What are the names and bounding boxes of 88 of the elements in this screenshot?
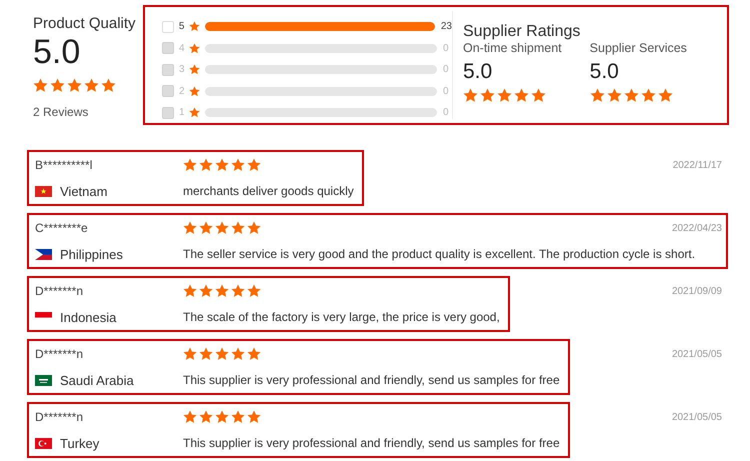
star-icon bbox=[247, 221, 261, 235]
star-icon bbox=[531, 88, 546, 103]
star-icon bbox=[658, 88, 673, 103]
star-icon bbox=[189, 86, 200, 97]
star-icon bbox=[231, 158, 245, 172]
star-icon bbox=[189, 107, 200, 118]
star-icon bbox=[183, 158, 197, 172]
star-icon bbox=[183, 284, 197, 298]
star-icon bbox=[183, 347, 197, 361]
reviewer-name: D*******n bbox=[35, 284, 84, 298]
flag-icon bbox=[35, 438, 52, 448]
rating-score: 5.0 bbox=[590, 60, 620, 84]
star-icon bbox=[590, 88, 605, 103]
rating-count: 0 bbox=[443, 42, 449, 54]
star-icon bbox=[463, 88, 478, 103]
star-icon bbox=[199, 347, 213, 361]
star-icon bbox=[247, 284, 261, 298]
star-icon bbox=[497, 88, 512, 103]
flag-icon bbox=[35, 248, 52, 260]
rating-count: 0 bbox=[443, 86, 449, 97]
flag-icon bbox=[35, 374, 52, 386]
star-icon bbox=[247, 158, 261, 172]
star-icon bbox=[480, 88, 495, 103]
review-date: 2021/09/09 bbox=[672, 286, 722, 297]
star-icon bbox=[640, 88, 656, 103]
rating-count: 0 bbox=[443, 64, 449, 76]
country-name: Indonesia bbox=[60, 310, 116, 324]
star-icon bbox=[183, 221, 197, 235]
star-icon bbox=[231, 221, 245, 235]
star-icon bbox=[101, 78, 116, 93]
star-icon bbox=[199, 158, 213, 172]
rating-score: 5.0 bbox=[33, 32, 82, 72]
star-icon bbox=[33, 78, 48, 93]
review-comment: merchants deliver goods quickly bbox=[183, 184, 354, 198]
star-icon bbox=[199, 410, 213, 424]
section-title: Product Quality bbox=[33, 15, 137, 32]
star-icon bbox=[231, 284, 245, 298]
reviewer-name: C********e bbox=[35, 221, 89, 235]
star-icon bbox=[514, 88, 529, 103]
rating-count: 23 bbox=[440, 21, 452, 32]
rating-count: 0 bbox=[443, 107, 449, 118]
star-icon bbox=[50, 78, 65, 93]
reviewer-name: D*******n bbox=[35, 347, 84, 361]
country-name: Philippines bbox=[60, 246, 123, 262]
rating-label: 5 bbox=[178, 21, 186, 32]
star-icon bbox=[188, 21, 200, 32]
country-name: Vietnam bbox=[60, 184, 108, 198]
review-comment: This supplier is very professional and friendly, send us samples for free bbox=[183, 436, 560, 450]
review-date: 2021/05/05 bbox=[672, 349, 722, 360]
review-comment: The scale of the factory is very large, the price is very good, bbox=[183, 310, 500, 324]
rating-label: 2 bbox=[179, 86, 186, 97]
star-icon bbox=[247, 410, 261, 424]
star-icon bbox=[199, 221, 213, 235]
star-icon bbox=[215, 410, 229, 424]
review-comment: This supplier is very professional and friendly, send us samples for free bbox=[183, 373, 560, 387]
rating-label: 4 bbox=[179, 42, 186, 54]
star-icon bbox=[215, 347, 229, 361]
review-date: 2022/11/17 bbox=[672, 160, 722, 171]
rating-checkbox[interactable] bbox=[162, 20, 174, 33]
star-icon bbox=[215, 221, 229, 235]
section-title: Supplier Ratings bbox=[463, 23, 582, 41]
review-date: 2021/05/05 bbox=[672, 412, 722, 423]
star-icon bbox=[84, 78, 99, 93]
reviewer-name: B**********l bbox=[35, 158, 94, 172]
rating-label: Supplier Services bbox=[590, 41, 687, 55]
flag-icon bbox=[35, 186, 52, 196]
star-icon bbox=[231, 347, 245, 361]
review-comment: The seller service is very good and the product quality is excellent. The production cycle is short. bbox=[183, 247, 696, 261]
star-icon bbox=[183, 410, 197, 424]
star-icon bbox=[606, 88, 622, 103]
star-icon bbox=[231, 410, 245, 424]
star-icon bbox=[67, 78, 82, 93]
review-date: 2022/04/23 bbox=[672, 223, 722, 234]
rating-label: 3 bbox=[179, 64, 186, 76]
star-icon bbox=[215, 158, 229, 172]
country-name: Turkey bbox=[60, 436, 100, 450]
star-icon bbox=[624, 88, 639, 103]
rating-label: 1 bbox=[179, 107, 186, 118]
rating-label: On-time shipment bbox=[463, 41, 562, 55]
review-count: 2 Reviews bbox=[33, 105, 90, 119]
star-icon bbox=[247, 347, 261, 361]
star-icon bbox=[215, 284, 229, 298]
rating-score: 5.0 bbox=[463, 60, 494, 84]
star-icon bbox=[199, 284, 213, 298]
star-icon bbox=[189, 42, 200, 54]
reviewer-name: D*******n bbox=[35, 410, 84, 424]
country-name: Saudi Arabia bbox=[60, 372, 134, 388]
star-icon bbox=[189, 64, 200, 76]
